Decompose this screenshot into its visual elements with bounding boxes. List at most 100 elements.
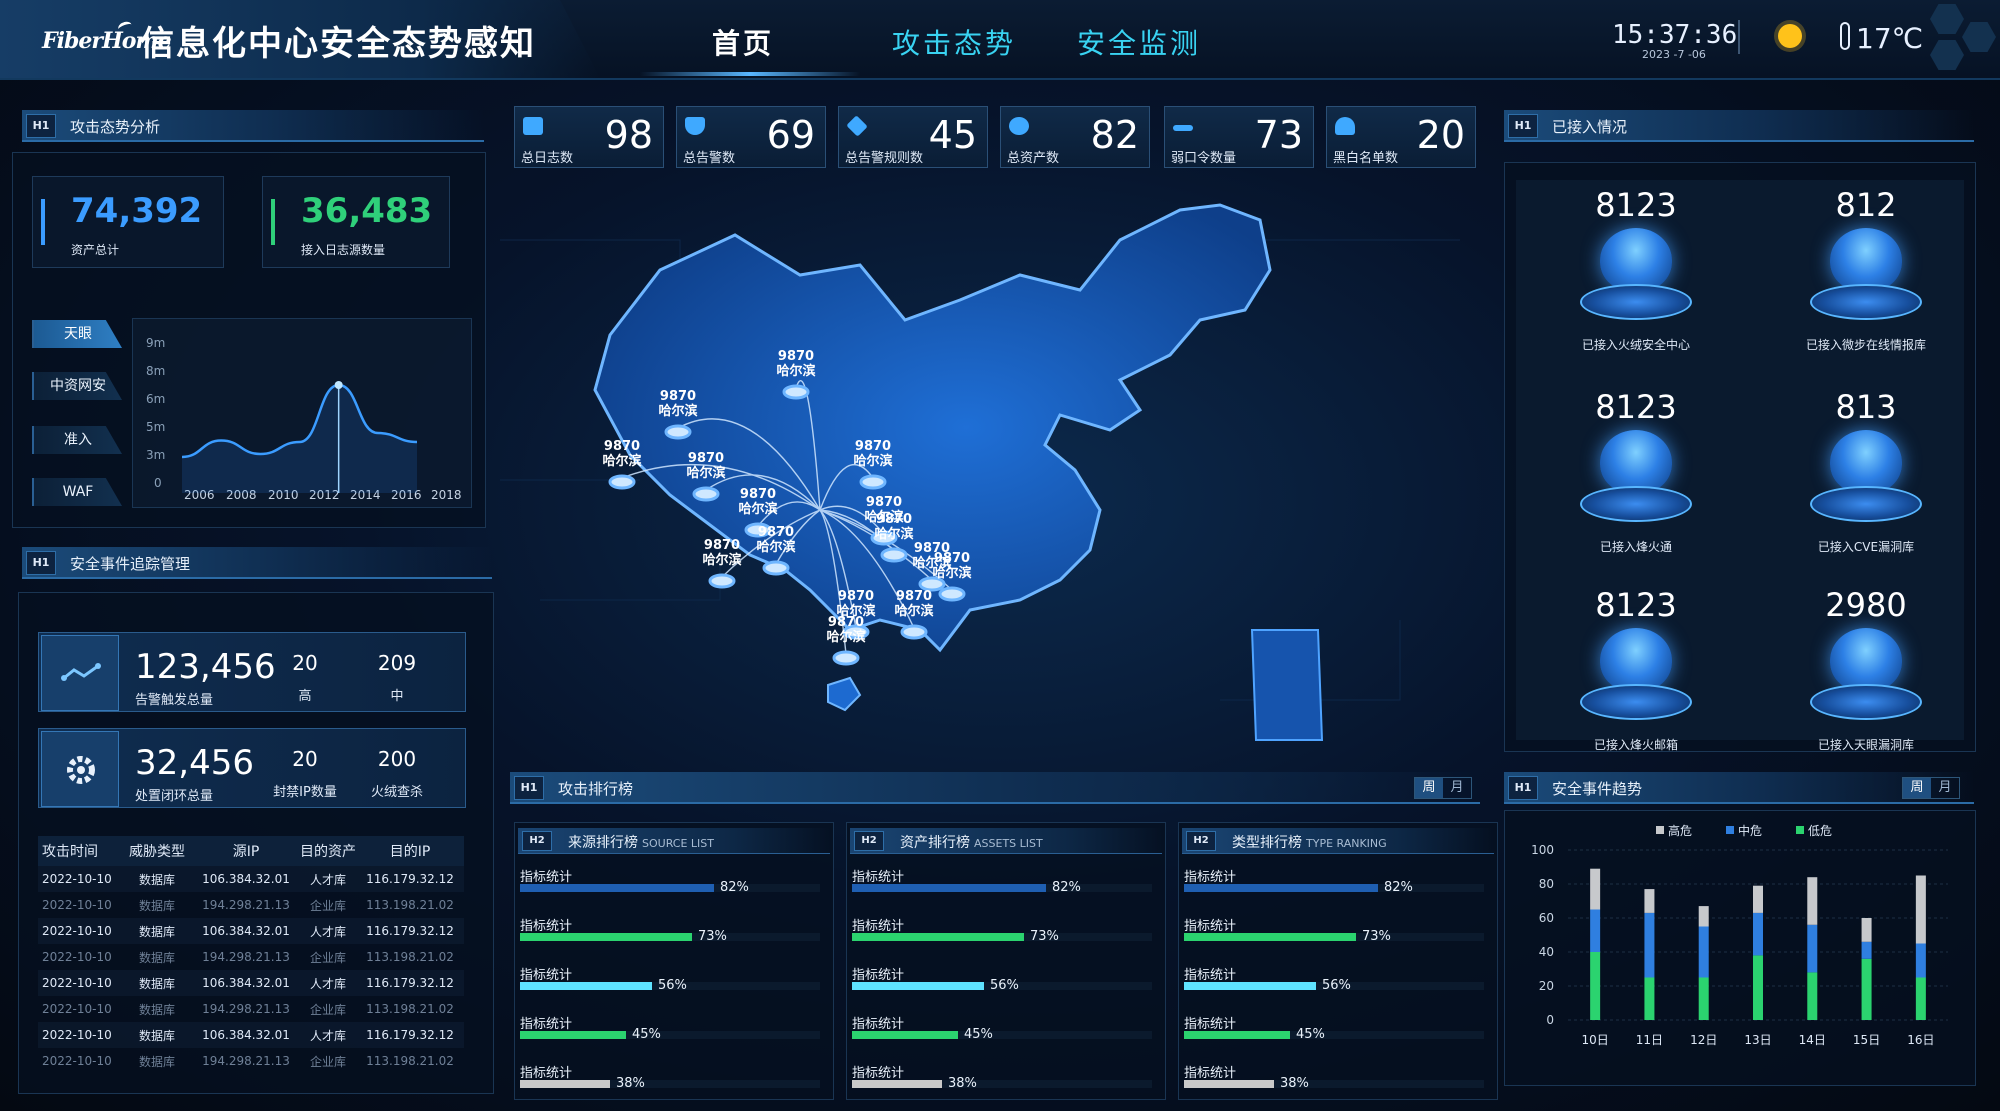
toggle-month[interactable]: 月 <box>1443 778 1471 798</box>
stacked-bar-segment <box>1915 977 1926 1020</box>
kpi-label: 总告警规则数 <box>845 151 924 166</box>
stacked-bar-segment <box>1807 877 1818 925</box>
marker-city: 哈尔滨 <box>894 603 933 619</box>
alerts-summary-card: 123,456 告警触发总量 20 高 209 中 <box>38 632 466 712</box>
ranking-row-percent: 38% <box>1280 1076 1309 1091</box>
kpi-value: 98 <box>604 113 653 157</box>
stacked-bar-segment <box>1644 889 1655 913</box>
map-marker[interactable]: 9870哈尔滨 <box>702 538 742 589</box>
event-tracking-header: H1 安全事件追踪管理 <box>22 547 492 579</box>
ranking-row-bar <box>520 1080 610 1088</box>
access-tile[interactable]: 8123 已接入火绒安全中心 <box>1536 186 1736 366</box>
kpi-card[interactable]: 98 总日志数 <box>514 106 664 168</box>
ranking-row-percent: 38% <box>948 1076 977 1091</box>
stacked-bar-segment <box>1807 972 1818 1020</box>
table-cell: 194.298.21.13 <box>202 1054 290 1068</box>
table-cell: 企业库 <box>309 1054 346 1069</box>
table-cell: 113.198.21.02 <box>366 1002 454 1016</box>
marker-pin-icon <box>782 384 810 400</box>
access-tile[interactable]: 8123 已接入烽火通 <box>1536 388 1736 568</box>
kpi-card[interactable]: 20 黑白名单数 <box>1326 106 1476 168</box>
ranking-row-label: 指标统计 <box>852 1017 905 1032</box>
kpi-card[interactable]: 73 弱口令数量 <box>1164 106 1314 168</box>
table-cell: 106.384.32.01 <box>202 872 290 886</box>
y-tick-label: 80 <box>1539 877 1554 891</box>
y-tick-label: 40 <box>1539 945 1554 959</box>
nav-active-indicator <box>640 72 860 76</box>
kpi-value: 73 <box>1254 113 1303 157</box>
kpi-label: 弱口令数量 <box>1171 151 1237 166</box>
ranking-row-label: 指标统计 <box>520 1017 573 1032</box>
table-row[interactable]: 2022-10-10 数据库 194.298.21.13 企业库 113.198.21.… <box>38 892 464 918</box>
china-attack-map[interactable]: 9870哈尔滨9870哈尔滨9870哈尔滨9870哈尔滨9870哈尔滨9870哈… <box>500 180 1480 760</box>
nav-home[interactable]: 首页 <box>712 22 774 62</box>
week-month-toggle[interactable]: 周 月 <box>1902 777 1960 799</box>
stacked-bar-segment <box>1807 924 1818 973</box>
table-cell: 116.179.32.12 <box>366 924 454 938</box>
stacked-bar-segment <box>1590 909 1601 952</box>
ranking-row-percent: 38% <box>616 1076 645 1091</box>
table-cell: 2022-10-10 <box>42 1002 112 1016</box>
ranking-list-header: H2 来源排行榜 SOURCE LIST <box>518 828 830 854</box>
access-tile[interactable]: 8123 已接入烽火邮箱 <box>1536 586 1736 766</box>
ranking-list-panel <box>846 822 1166 1100</box>
kpi-label: 总资产数 <box>1007 151 1060 166</box>
kpi-card[interactable]: 82 总资产数 <box>1000 106 1150 168</box>
table-row[interactable]: 2022-10-10 数据库 106.384.32.01 人才库 116.179.32.… <box>38 1022 464 1048</box>
x-tick-label: 11日 <box>1636 1033 1663 1047</box>
table-row[interactable]: 2022-10-10 数据库 194.298.21.13 企业库 113.198.21.… <box>38 996 464 1022</box>
ranking-row-bar <box>1184 982 1316 990</box>
ranking-row-bar <box>1184 1080 1274 1088</box>
access-tile[interactable]: 812 已接入微步在线情报库 <box>1766 186 1966 366</box>
nav-attack-situation[interactable]: 攻击态势 <box>892 22 1016 62</box>
table-cell: 企业库 <box>309 1002 346 1017</box>
blocked-ip-value: 20 <box>292 747 318 771</box>
toggle-month[interactable]: 月 <box>1931 778 1959 798</box>
access-tile[interactable]: 813 已接入CVE漏洞库 <box>1766 388 1966 568</box>
map-marker[interactable]: 9870哈尔滨 <box>602 439 642 490</box>
ranking-row-label: 指标统计 <box>852 968 905 983</box>
h2-badge: H2 <box>854 831 884 851</box>
table-row[interactable]: 2022-10-10 数据库 106.384.32.01 人才库 116.179.32.… <box>38 970 464 996</box>
panel-title: 已接入情况 <box>1552 118 1628 136</box>
toggle-week[interactable]: 周 <box>1903 778 1931 798</box>
week-month-toggle[interactable]: 周 月 <box>1414 777 1472 799</box>
accent-bar <box>41 199 45 245</box>
kpi-card[interactable]: 69 总告警数 <box>676 106 826 168</box>
panel-title: 攻击排行榜 <box>558 780 634 798</box>
h1-badge: H1 <box>26 114 56 138</box>
access-count: 813 <box>1835 388 1897 426</box>
highlight-point <box>334 381 343 389</box>
h1-badge: H1 <box>514 776 544 800</box>
table-row[interactable]: 2022-10-10 数据库 194.298.21.13 企业库 113.198.21.… <box>38 1048 464 1074</box>
ranking-row-bar <box>852 1080 942 1088</box>
nav-security-monitor[interactable]: 安全监测 <box>1077 22 1201 62</box>
marker-city: 哈尔滨 <box>874 526 913 542</box>
table-cell: 2022-10-10 <box>42 924 112 938</box>
cube-icon <box>1600 430 1672 494</box>
toggle-week[interactable]: 周 <box>1415 778 1443 798</box>
table-cell: 企业库 <box>309 898 346 913</box>
col-header: 威胁类型 <box>129 844 185 860</box>
access-tile[interactable]: 2980 已接入天眼漏洞库 <box>1766 586 1966 766</box>
ranking-list-title: 来源排行榜 SOURCE LIST <box>568 832 714 852</box>
kpi-card[interactable]: 45 总告警规则数 <box>838 106 988 168</box>
marker-value: 9870 <box>604 439 640 454</box>
ranking-row-label: 指标统计 <box>520 968 573 983</box>
h1-badge: H1 <box>1508 114 1538 138</box>
marker-value: 9870 <box>778 349 814 364</box>
ranking-row-label: 指标统计 <box>1184 919 1237 934</box>
alerts-high-label: 高 <box>298 689 312 704</box>
password-icon <box>1173 125 1193 131</box>
system-title: 信息化中心安全态势感知 <box>140 24 536 64</box>
map-marker[interactable]: 9870哈尔滨 <box>826 615 866 666</box>
table-row[interactable]: 2022-10-10 数据库 106.384.32.01 人才库 116.179.32.… <box>38 918 464 944</box>
legend-swatch <box>1656 826 1664 834</box>
gear-icon-glyph <box>67 756 95 784</box>
alerts-mid-label: 中 <box>390 689 404 704</box>
ranking-row-bar <box>520 982 652 990</box>
table-row[interactable]: 2022-10-10 数据库 106.384.32.01 人才库 116.179.32.… <box>38 866 464 892</box>
marker-value: 9870 <box>934 551 970 566</box>
table-row[interactable]: 2022-10-10 数据库 194.298.21.13 企业库 113.198.21.… <box>38 944 464 970</box>
ranking-row-percent: 82% <box>1384 880 1413 895</box>
